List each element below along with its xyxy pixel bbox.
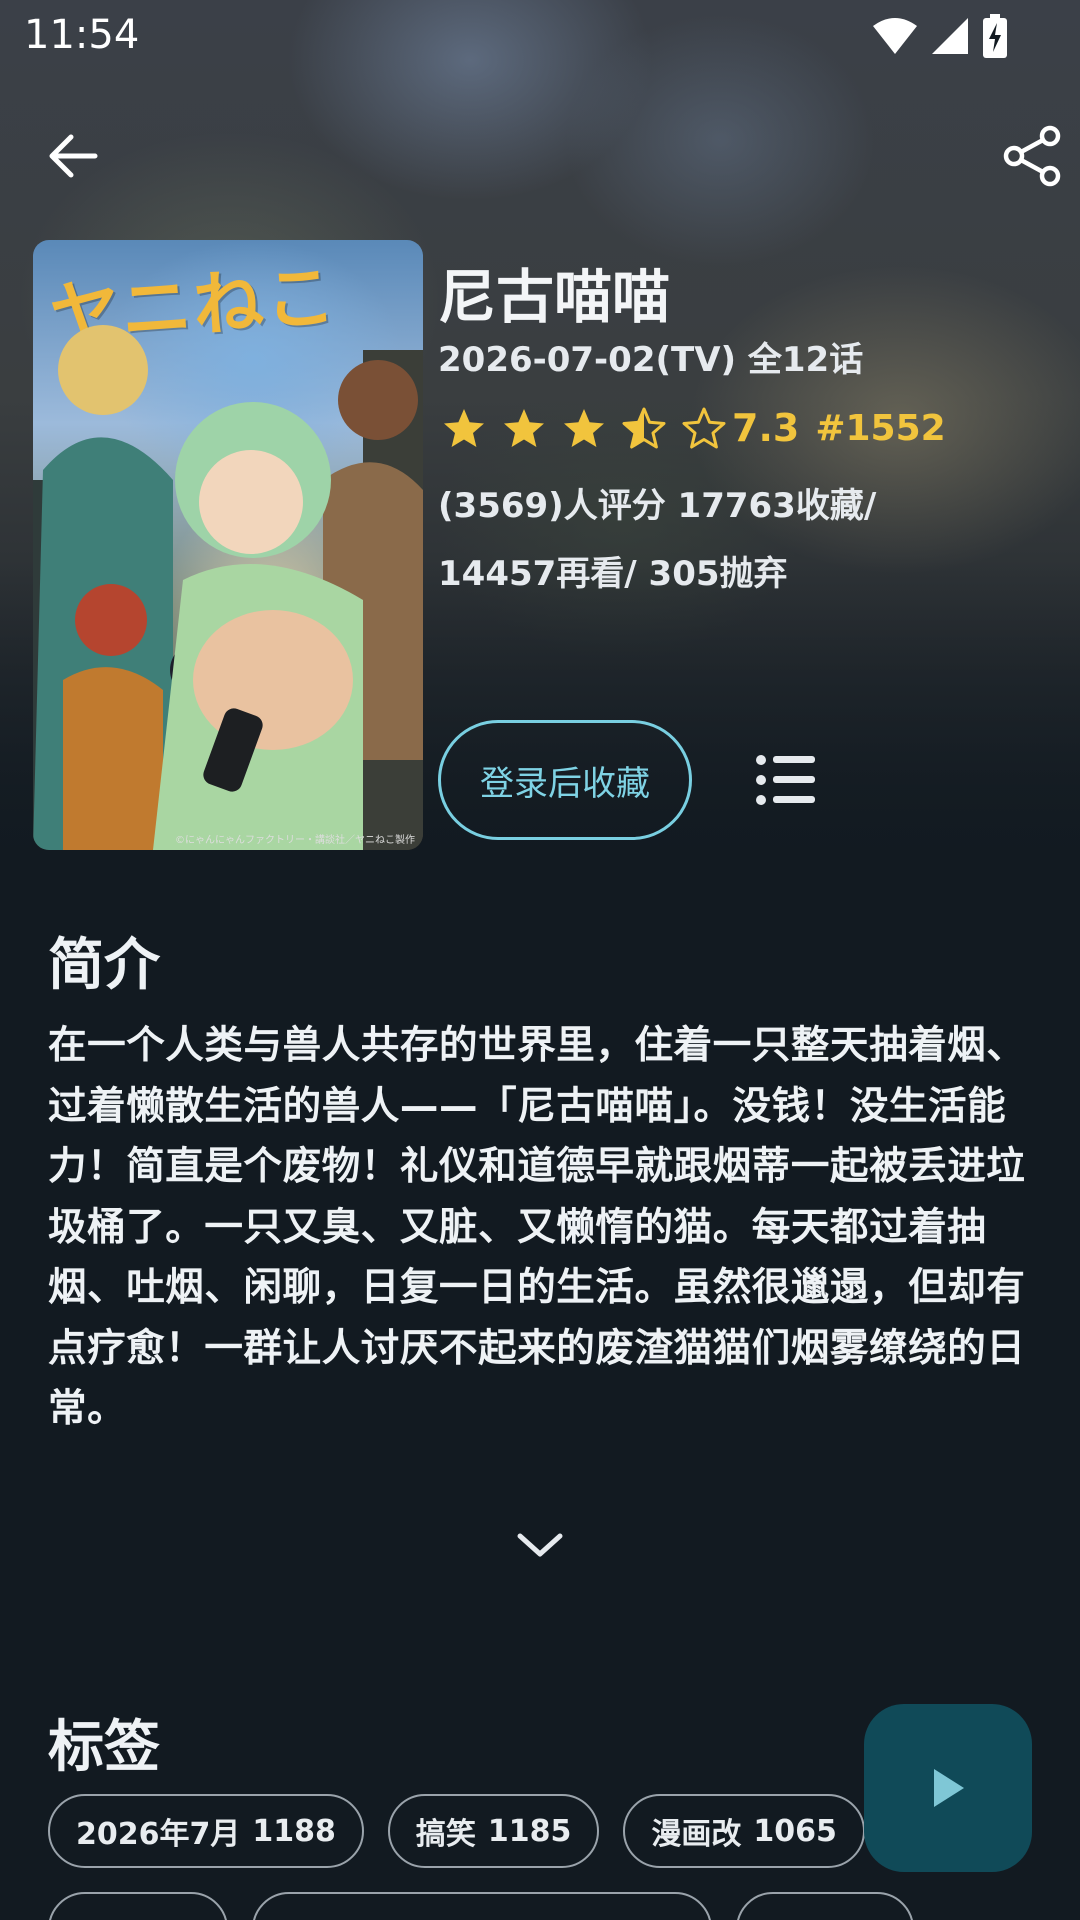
tag-name: 2026年7月 — [76, 1817, 241, 1852]
list-button[interactable] — [740, 734, 832, 826]
tag-name: 漫画改 — [651, 1817, 742, 1852]
back-button[interactable] — [24, 108, 120, 204]
rating-stats-line1: (3569)人评分 17763收藏/ — [438, 486, 877, 526]
poster-illustration — [33, 325, 423, 850]
star-full-icon — [444, 409, 484, 447]
star-rating — [442, 406, 726, 450]
tag-chip[interactable]: 2026年7月 1188 — [48, 1794, 364, 1868]
rating-row: 7.3 #1552 — [442, 400, 946, 456]
tag-chip[interactable]: 漫画改 1065 — [623, 1794, 865, 1868]
tag-chip-partial[interactable] — [48, 1892, 228, 1920]
tag-name: 搞笑 — [415, 1817, 476, 1852]
play-fab[interactable] — [864, 1704, 1032, 1872]
status-bar: 11:54 — [0, 0, 1080, 72]
status-time: 11:54 — [24, 12, 140, 58]
status-icons — [872, 14, 1008, 58]
star-empty-icon — [682, 407, 726, 449]
tag-chip-partial[interactable] — [252, 1892, 712, 1920]
tag-row-partial — [48, 1892, 914, 1920]
rating-stats-line2: 14457再看/ 305抛弃 — [438, 554, 788, 594]
share-button[interactable] — [984, 108, 1080, 204]
wifi-icon — [873, 18, 917, 54]
battery-charging-icon — [983, 14, 1007, 58]
play-icon — [934, 1769, 964, 1807]
tag-chip-partial[interactable] — [736, 1892, 914, 1920]
tag-chip[interactable]: 搞笑 1185 — [387, 1794, 600, 1868]
anime-title: 尼古喵喵 — [438, 263, 671, 331]
chevron-down-icon — [517, 1533, 563, 1557]
tag-count: 1065 — [753, 1813, 837, 1849]
rating-rank: #1552 — [815, 407, 946, 449]
signal-icon — [932, 18, 968, 54]
anime-detail-screen: 11:54 ヤニねこ ©にゃんにゃんファクトリー・講談社／ヤニねこ製作 尼古喵喵… — [0, 0, 1080, 1920]
star-full-icon — [504, 409, 544, 447]
airdate-episodes: 2026-07-02(TV) 全12话 — [438, 340, 864, 380]
poster-credit: ©にゃんにゃんファクトリー・講談社／ヤニねこ製作 — [175, 835, 415, 846]
list-icon — [756, 755, 815, 805]
rating-score: 7.3 — [732, 406, 800, 450]
synopsis-heading: 简介 — [48, 933, 160, 998]
share-icon — [1003, 125, 1061, 187]
anime-poster[interactable]: ヤニねこ ©にゃんにゃんファクトリー・講談社／ヤニねこ製作 — [33, 240, 423, 850]
tag-count: 1188 — [252, 1813, 336, 1849]
arrow-left-icon — [49, 134, 98, 178]
star-full-icon — [564, 409, 604, 447]
synopsis-text: 在一个人类与兽人共存的世界里，住着一只整天抽着烟、过着懒散生活的兽人——「尼古喵… — [48, 1023, 1026, 1431]
tag-count: 1185 — [487, 1813, 572, 1849]
expand-synopsis-button[interactable] — [500, 1510, 580, 1580]
login-to-collect-button[interactable]: 登录后收藏 — [438, 720, 692, 840]
star-half-icon — [622, 407, 666, 449]
tags-heading: 标签 — [48, 1715, 160, 1780]
